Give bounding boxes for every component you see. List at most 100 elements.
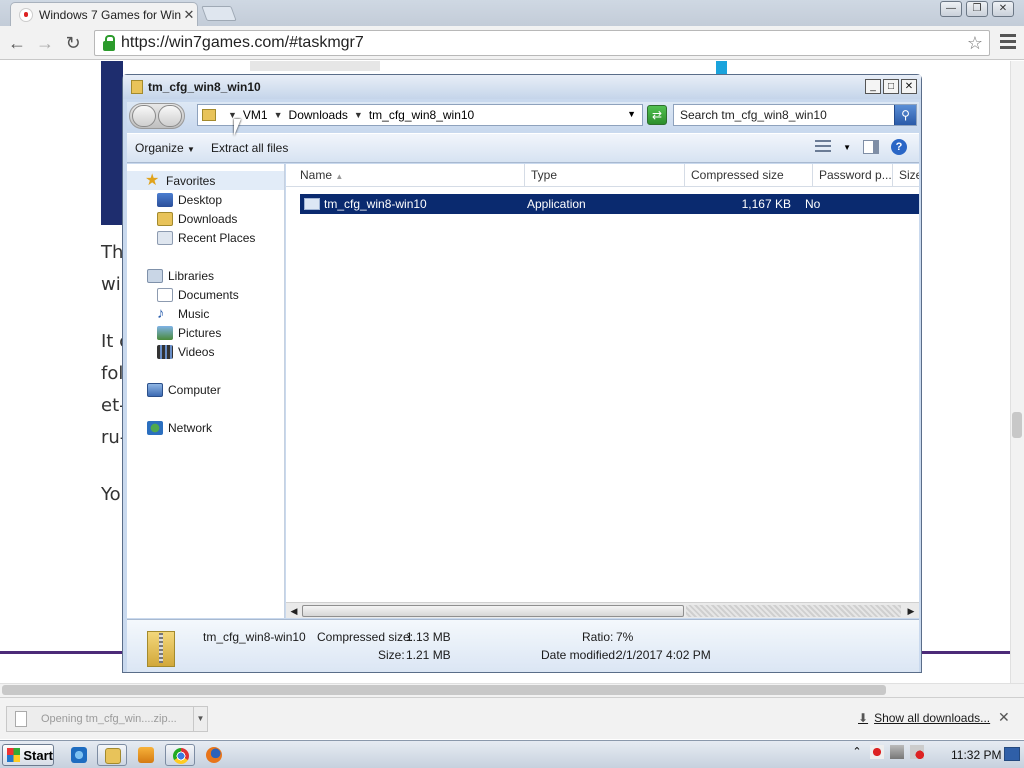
extract-all-button[interactable]: Extract all files xyxy=(203,141,296,155)
nav-item-recent-places[interactable]: Recent Places xyxy=(157,231,255,245)
nav-item-videos[interactable]: Videos xyxy=(157,345,214,359)
volume-icon[interactable] xyxy=(910,745,924,759)
page-vertical-scrollbar[interactable] xyxy=(1010,61,1024,683)
close-icon[interactable]: ✕ xyxy=(998,709,1010,726)
explorer-nav-buttons xyxy=(129,103,185,129)
file-list: Name ▲ Type Compressed size Password p..… xyxy=(286,164,919,607)
table-row[interactable]: tm_cfg_win8-win10 Application 1,167 KB N… xyxy=(300,194,919,214)
column-header-size[interactable]: Size xyxy=(893,164,919,187)
clock[interactable]: 11:32 PM xyxy=(951,748,1001,762)
forward-arrow-icon[interactable]: → xyxy=(34,32,56,54)
zip-folder-icon xyxy=(141,625,179,669)
chevron-down-icon[interactable]: ▼ xyxy=(627,109,636,119)
bookmark-star-icon[interactable]: ☆ xyxy=(967,33,983,54)
nav-label: Downloads xyxy=(178,212,238,226)
taskbar-chrome[interactable] xyxy=(165,744,195,766)
explorer-back-button[interactable] xyxy=(132,105,156,127)
breadcrumb-item[interactable]: tm_cfg_win8_win10 xyxy=(369,108,474,122)
action-center-icon[interactable] xyxy=(870,745,884,759)
organize-button[interactable]: Organize ▼ xyxy=(127,141,203,155)
nav-label: Favorites xyxy=(166,173,216,188)
explorer-forward-button[interactable] xyxy=(158,105,182,127)
command-bar: Organize ▼ Extract all files ▼ ? xyxy=(127,133,919,163)
tab-close-icon[interactable]: ✕ xyxy=(181,7,197,23)
details-ratio-value: 7% xyxy=(616,630,634,644)
nav-label: Recent Places xyxy=(178,231,256,245)
browser-restore-button[interactable]: ❐ xyxy=(966,1,988,17)
media-player-icon xyxy=(138,747,154,763)
reload-icon[interactable]: ↻ xyxy=(62,32,84,54)
show-all-label: Show all downloads... xyxy=(874,711,991,725)
nav-label: Videos xyxy=(178,345,215,359)
column-headers: Name ▲ Type Compressed size Password p..… xyxy=(286,164,919,187)
show-desktop-button[interactable] xyxy=(1004,747,1020,761)
view-options-icon[interactable] xyxy=(815,140,832,154)
network-tray-icon[interactable] xyxy=(890,745,904,759)
column-header-name[interactable]: Name ▲ xyxy=(286,164,525,187)
nav-item-network[interactable]: Network xyxy=(147,421,212,435)
nav-item-music[interactable]: ♪ Music xyxy=(157,306,209,321)
explorer-close-button[interactable]: ✕ xyxy=(901,79,917,94)
scroll-thumb[interactable] xyxy=(302,605,684,617)
browser-menu-icon[interactable] xyxy=(1000,34,1016,52)
navigation-pane: ★ Favorites Desktop Downloads Recent Pla… xyxy=(127,164,285,618)
browser-close-button[interactable]: ✕ xyxy=(992,1,1014,17)
scroll-right-icon[interactable]: ▶ xyxy=(904,604,918,618)
taskbar-firefox[interactable] xyxy=(199,744,229,766)
column-header-password[interactable]: Password p... xyxy=(813,164,893,187)
explorer-title-bar[interactable]: tm_cfg_win8_win10 _ □ ✕ xyxy=(123,75,921,99)
download-shelf: Opening tm_cfg_win....zip... ▼ ⬇ Show al… xyxy=(0,697,1024,739)
search-icon[interactable]: ⚲ xyxy=(894,105,916,125)
taskbar-media-player[interactable] xyxy=(131,744,161,766)
breadcrumb[interactable]: ▼ VM1 ▼ Downloads ▼ tm_cfg_win8_win10 ▼ xyxy=(197,104,643,126)
nav-item-desktop[interactable]: Desktop xyxy=(157,193,222,207)
downloads-folder-icon xyxy=(157,212,173,226)
taskbar: Start ⌃ 11:32 PM xyxy=(0,740,1024,768)
taskbar-explorer[interactable] xyxy=(97,744,127,766)
help-icon[interactable]: ? xyxy=(891,139,907,155)
nav-item-libraries[interactable]: Libraries xyxy=(147,269,214,283)
search-input[interactable]: Search tm_cfg_win8_win10 ⚲ xyxy=(673,104,917,126)
details-compressed-value: 1.13 MB xyxy=(406,630,451,644)
page-vertical-scroll-thumb[interactable] xyxy=(1012,412,1022,438)
page-horizontal-scroll-thumb[interactable] xyxy=(2,685,886,695)
search-placeholder: Search tm_cfg_win8_win10 xyxy=(680,108,827,122)
documents-icon xyxy=(157,288,173,302)
star-icon: ★ xyxy=(145,171,160,189)
start-button[interactable]: Start xyxy=(2,744,54,766)
chevron-right-icon[interactable]: ▼ xyxy=(354,110,363,120)
explorer-minimize-button[interactable]: _ xyxy=(865,79,881,94)
network-icon xyxy=(147,421,163,435)
show-all-downloads-link[interactable]: ⬇ Show all downloads... xyxy=(858,711,990,725)
download-item[interactable]: Opening tm_cfg_win....zip... ▼ xyxy=(6,706,208,732)
nav-item-downloads[interactable]: Downloads xyxy=(157,212,237,226)
new-tab-button[interactable] xyxy=(201,6,237,21)
browser-toolbar: ← → ↻ https://win7games.com/#taskmgr7 ☆ xyxy=(0,26,1024,60)
nav-label: Pictures xyxy=(178,326,222,340)
chevron-right-icon[interactable]: ▼ xyxy=(274,110,283,120)
taskbar-ie[interactable] xyxy=(64,744,94,766)
browser-tab[interactable]: Windows 7 Games for Windo ✕ xyxy=(10,2,198,26)
refresh-button[interactable]: ⇄ xyxy=(647,105,667,125)
scroll-left-icon[interactable]: ◀ xyxy=(287,604,301,618)
nav-item-documents[interactable]: Documents xyxy=(157,288,239,302)
chevron-down-icon[interactable]: ▼ xyxy=(193,707,207,731)
breadcrumb-item[interactable]: Downloads xyxy=(289,108,348,122)
chevron-down-icon[interactable]: ▼ xyxy=(843,143,851,152)
column-header-compressed-size[interactable]: Compressed size xyxy=(685,164,813,187)
nav-item-computer[interactable]: Computer xyxy=(147,383,221,397)
nav-item-pictures[interactable]: Pictures xyxy=(157,326,221,340)
details-ratio-label: Ratio: xyxy=(582,630,614,644)
nav-label: Documents xyxy=(178,288,239,302)
file-list-horizontal-scrollbar[interactable]: ◀ ▶ xyxy=(286,602,919,618)
breadcrumb-item[interactable]: VM1 xyxy=(243,108,268,122)
preview-pane-icon[interactable] xyxy=(863,140,879,154)
browser-minimize-button[interactable]: — xyxy=(940,1,962,17)
address-bar[interactable]: https://win7games.com/#taskmgr7 ☆ xyxy=(94,30,990,56)
nav-item-favorites[interactable]: ★ Favorites xyxy=(127,171,284,190)
show-hidden-icons-icon[interactable]: ⌃ xyxy=(850,745,864,759)
back-arrow-icon[interactable]: ← xyxy=(6,32,28,54)
nav-label: Computer xyxy=(168,383,221,397)
column-header-type[interactable]: Type xyxy=(525,164,685,187)
explorer-maximize-button[interactable]: □ xyxy=(883,79,899,94)
